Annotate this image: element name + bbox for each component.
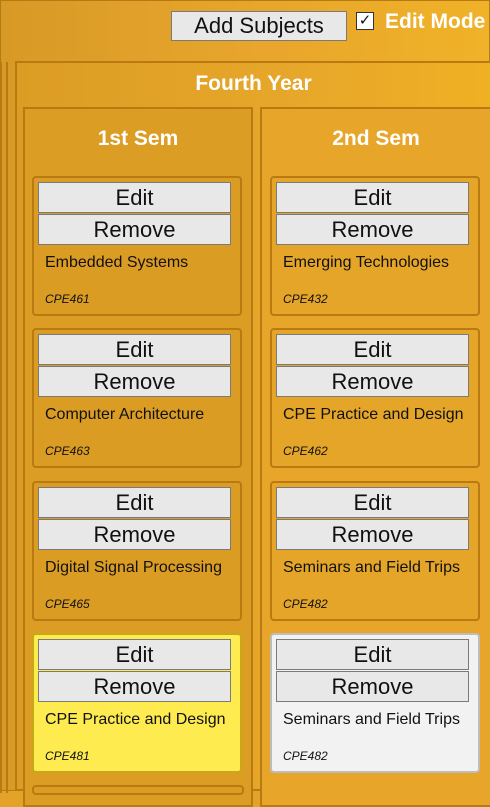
edit-subject-button[interactable]: Edit (38, 639, 231, 670)
edit-subject-button[interactable]: Edit (276, 639, 469, 670)
subject-card[interactable]: Edit Remove CPE Practice and Design CPE481 (32, 633, 242, 773)
remove-subject-button[interactable]: Remove (276, 366, 469, 397)
edit-subject-button[interactable]: Edit (38, 487, 231, 518)
subject-name: CPE Practice and Design (45, 711, 226, 728)
remove-subject-button[interactable]: Remove (38, 214, 231, 245)
subject-card[interactable]: Edit Remove Seminars and Field Trips CPE482 (270, 481, 480, 621)
subject-name: CPE Practice and Design (283, 406, 464, 423)
remove-subject-button[interactable]: Remove (276, 519, 469, 550)
subject-card[interactable]: Edit Remove Emerging Technologies CPE432 (270, 176, 480, 316)
edit-subject-button[interactable]: Edit (276, 182, 469, 213)
subject-card[interactable]: Edit Remove Computer Architecture CPE463 (32, 328, 242, 468)
subject-code: CPE462 (283, 444, 328, 458)
subject-name: Emerging Technologies (283, 254, 450, 271)
toolbar: Add Subjects ✓ Edit Mode (0, 0, 490, 52)
subject-code: CPE432 (283, 292, 328, 306)
semester-title: 2nd Sem (332, 127, 420, 150)
subject-name: Embedded Systems (45, 254, 189, 271)
subject-code: CPE482 (283, 749, 328, 763)
remove-subject-button[interactable]: Remove (276, 214, 469, 245)
previous-year-panel-edge-inner (6, 62, 8, 793)
remove-subject-button[interactable]: Remove (276, 671, 469, 702)
add-subjects-button[interactable]: Add Subjects (171, 11, 347, 41)
subject-name: Computer Architecture (45, 406, 205, 423)
subject-code: CPE482 (283, 597, 328, 611)
edit-mode-label: Edit Mode (385, 10, 486, 33)
subject-code: CPE481 (45, 749, 90, 763)
remove-subject-button[interactable]: Remove (38, 519, 231, 550)
subject-card[interactable]: Edit Remove Digital Signal Processing CPE46… (32, 481, 242, 621)
subject-code: CPE465 (45, 597, 90, 611)
semester-title: 1st Sem (97, 127, 179, 150)
edit-subject-button[interactable]: Edit (276, 487, 469, 518)
next-subject-card-edge (32, 785, 244, 795)
edit-subject-button[interactable]: Edit (276, 334, 469, 365)
subject-name: Seminars and Field Trips (283, 711, 460, 728)
edit-subject-button[interactable]: Edit (38, 182, 231, 213)
subject-card[interactable]: Edit Remove CPE Practice and Design CPE462 (270, 328, 480, 468)
remove-subject-button[interactable]: Remove (38, 366, 231, 397)
edit-mode-checkbox[interactable]: ✓ (356, 12, 374, 30)
remove-subject-button[interactable]: Remove (38, 671, 231, 702)
subject-code: CPE463 (45, 444, 90, 458)
subject-name: Digital Signal Processing (45, 559, 222, 576)
subject-card[interactable]: Edit Remove Embedded Systems CPE461 (32, 176, 242, 316)
previous-year-panel-edge (0, 62, 2, 793)
subject-name: Seminars and Field Trips (283, 559, 460, 576)
year-title: Fourth Year (195, 72, 312, 95)
subject-code: CPE461 (45, 292, 90, 306)
subject-card[interactable]: Edit Remove Seminars and Field Trips CPE482 (270, 633, 480, 773)
edit-subject-button[interactable]: Edit (38, 334, 231, 365)
